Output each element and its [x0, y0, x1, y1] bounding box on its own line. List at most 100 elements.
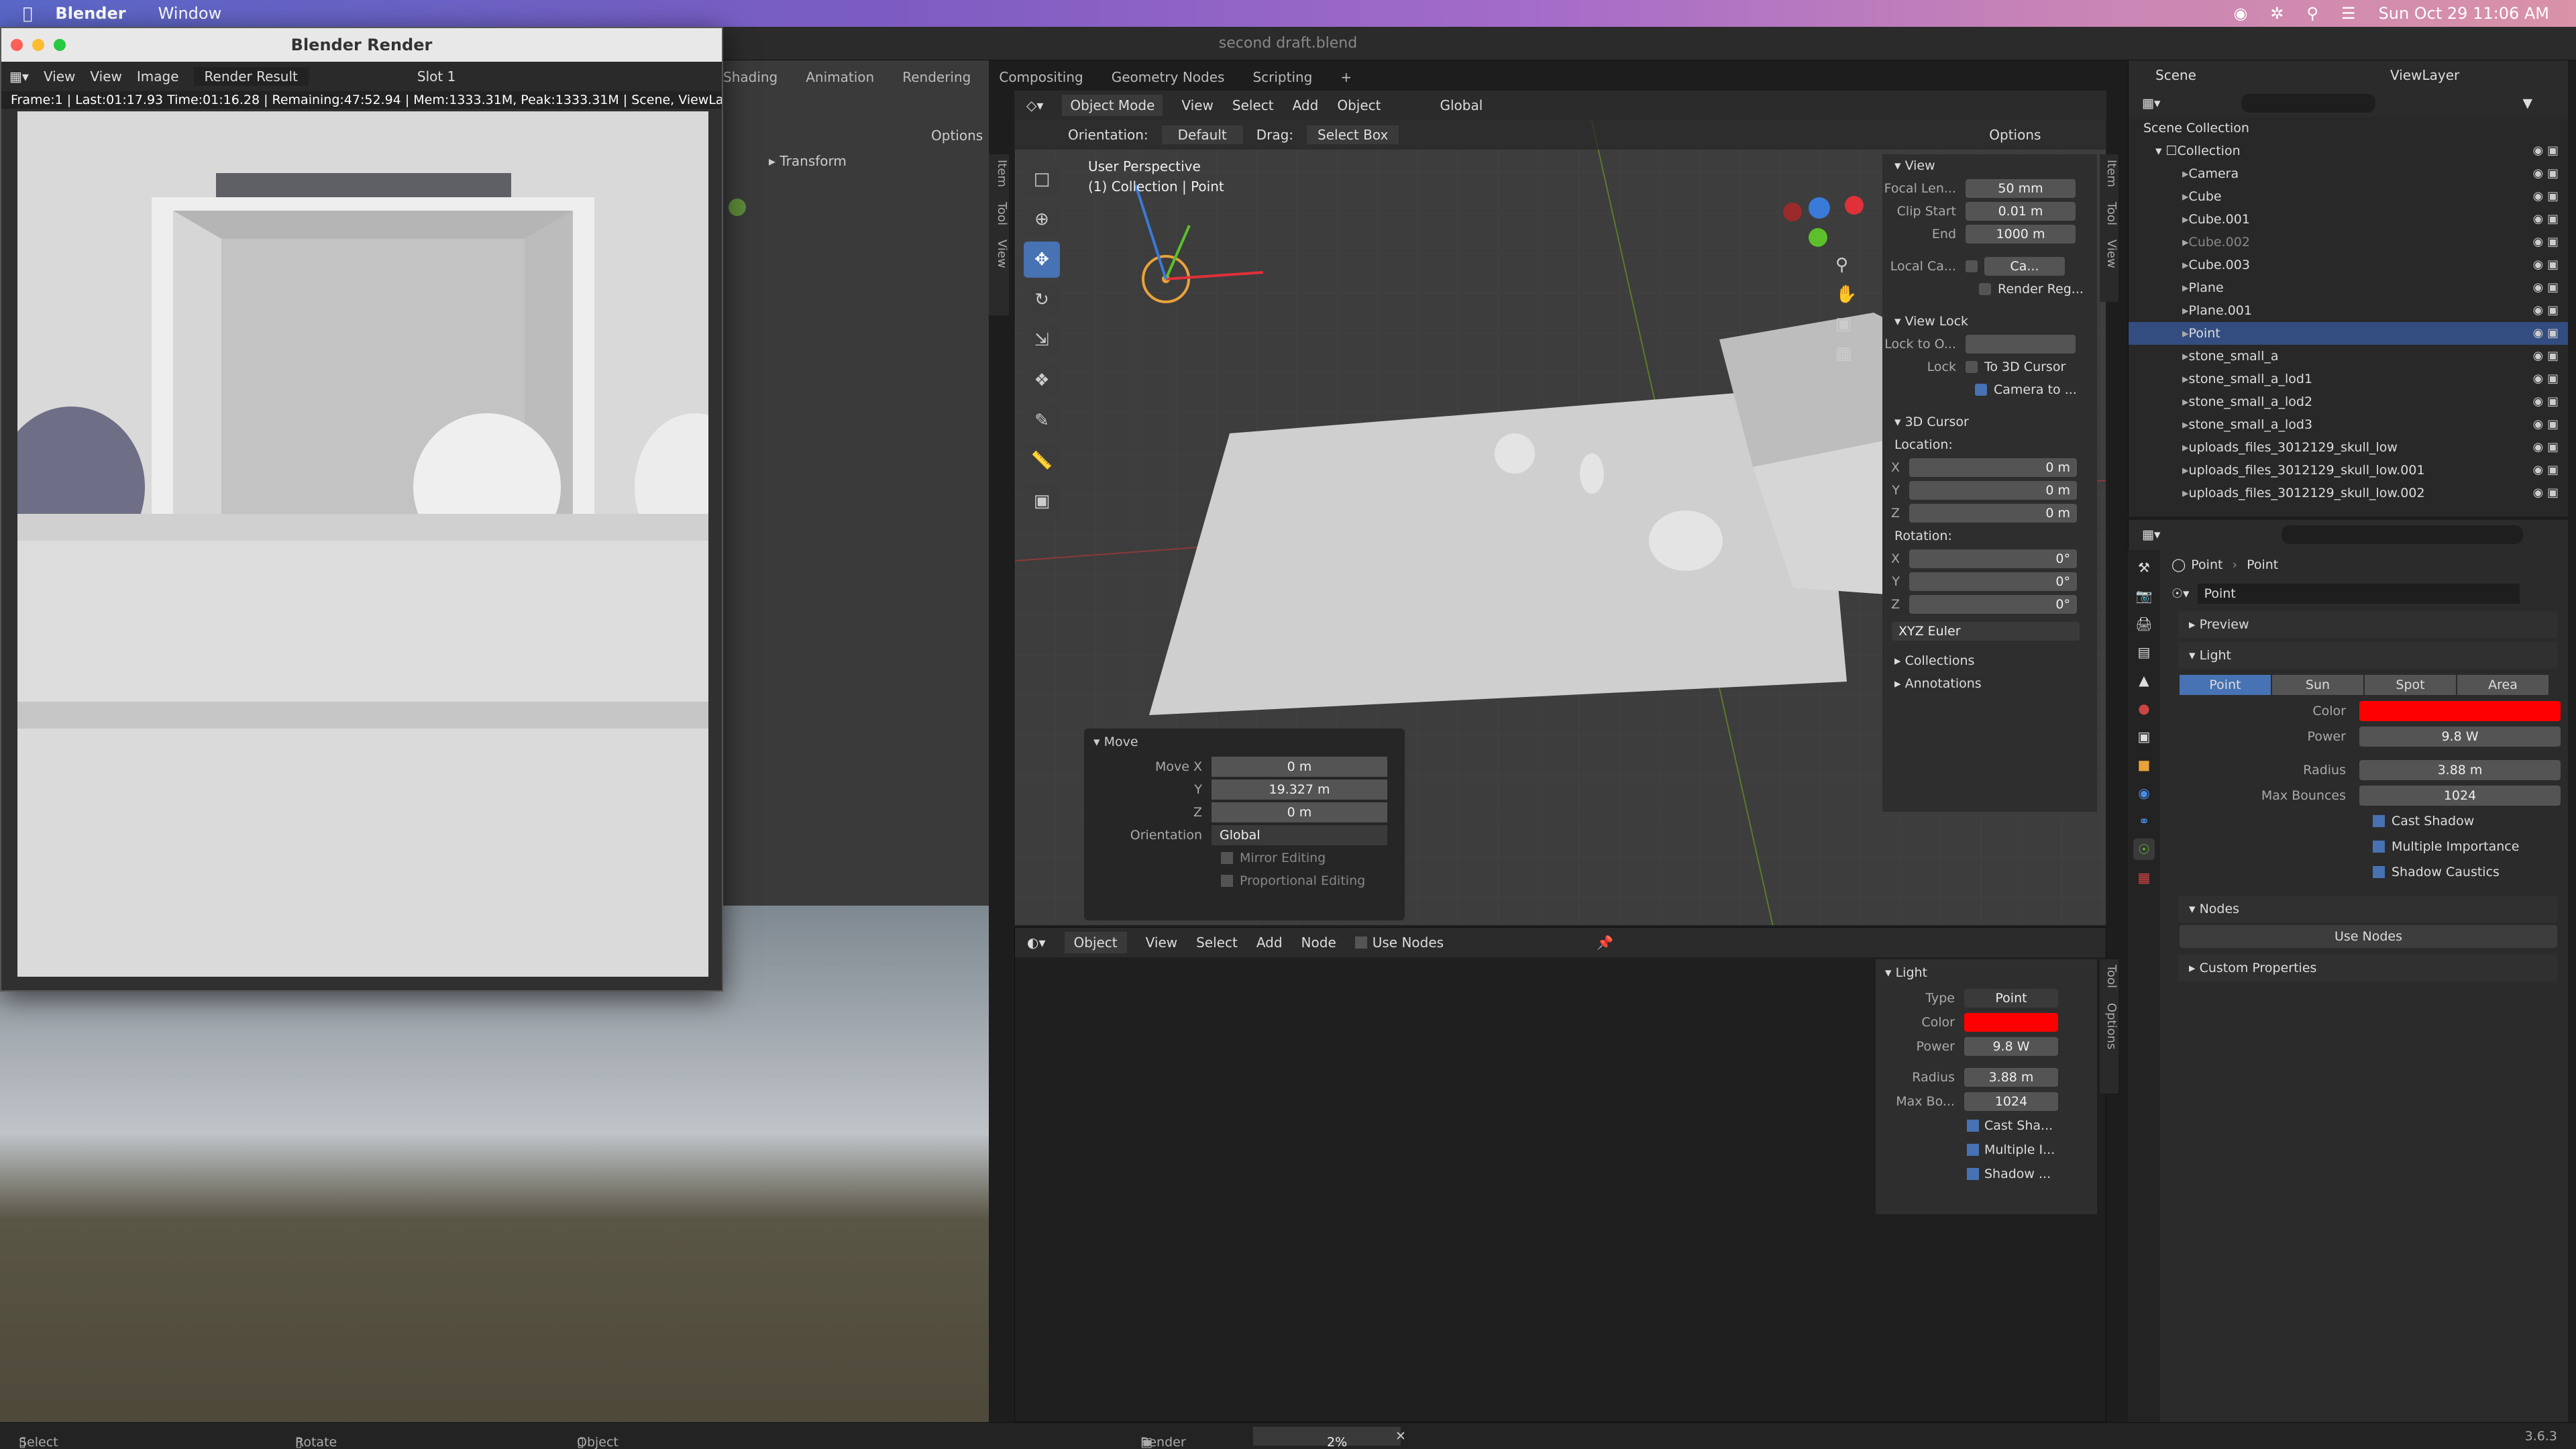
transform-orientation[interactable]: Global: [1440, 97, 1483, 113]
view-layer-selector[interactable]: ViewLayer: [2390, 67, 2459, 83]
visibility-eye-icon[interactable]: ◉ ▣: [2533, 368, 2559, 390]
proportional-editing-checkbox[interactable]: [1221, 875, 1233, 887]
tab-tool[interactable]: Tool: [2104, 965, 2118, 988]
mirror-editing-checkbox[interactable]: [1221, 852, 1233, 864]
nodes-panel-header[interactable]: ▾ Nodes: [2178, 896, 2557, 922]
tab-view[interactable]: View: [995, 239, 1009, 268]
cursor-location-x[interactable]: 0 m: [1909, 458, 2077, 477]
zoom-window-button[interactable]: [54, 39, 66, 51]
tab-rendering[interactable]: Rendering: [902, 69, 971, 85]
clip-start-field[interactable]: 0.01 m: [1966, 202, 2076, 221]
menu-view[interactable]: View: [1146, 934, 1177, 951]
outliner-search-field[interactable]: [2241, 94, 2375, 113]
custom-properties-header[interactable]: ▸ Custom Properties: [2178, 955, 2557, 981]
cursor-rotation-z[interactable]: 0°: [1909, 595, 2077, 614]
scene-selector[interactable]: Scene: [2155, 67, 2290, 83]
visibility-eye-icon[interactable]: ◉ ▣: [2533, 322, 2559, 345]
tab-tool[interactable]: Tool: [995, 202, 1009, 225]
outliner-item[interactable]: ▸ uploads_files_3012129_skull_low.002 ◉ ▣: [2129, 482, 2568, 504]
visibility-eye-icon[interactable]: ◉ ▣: [2533, 231, 2559, 254]
tab-scripting[interactable]: Scripting: [1252, 69, 1312, 85]
local-camera-checkbox[interactable]: [1966, 260, 1978, 272]
collection-row[interactable]: ▾ ☐ Collection ◉ ▣: [2129, 140, 2568, 162]
object-tab-icon[interactable]: ■: [2133, 754, 2155, 775]
preview-panel-header[interactable]: ▸ Preview: [2178, 611, 2557, 638]
drag-selector[interactable]: Select Box: [1307, 125, 1399, 144]
collections-section-header[interactable]: ▸ Collections: [1882, 649, 2097, 672]
menu-image[interactable]: Image: [137, 68, 179, 85]
tab-item[interactable]: Item: [2104, 160, 2118, 187]
rotation-mode-selector[interactable]: XYZ Euler: [1892, 622, 2080, 641]
local-camera-field[interactable]: Ca...: [1984, 257, 2065, 276]
menu-node[interactable]: Node: [1301, 934, 1336, 951]
view-section-header[interactable]: ▾ View: [1882, 154, 2097, 177]
visibility-eye-icon[interactable]: ◉ ▣: [2533, 208, 2559, 231]
tab-tool[interactable]: Tool: [2104, 202, 2118, 225]
measure-icon[interactable]: 📏: [1024, 443, 1060, 479]
outliner-item[interactable]: ▸ Plane.001 ◉ ▣: [2129, 299, 2568, 322]
minimize-window-button[interactable]: [32, 39, 44, 51]
visibility-eye-icon[interactable]: ◉ ▣: [2533, 276, 2559, 299]
shader-light-header[interactable]: ▾ Light: [1876, 959, 2097, 986]
pin-icon[interactable]: 📌: [1597, 934, 1613, 951]
visibility-eye-icon[interactable]: ◉ ▣: [2533, 482, 2559, 504]
menu-view-1[interactable]: View: [44, 68, 75, 85]
camera-to-view-checkbox[interactable]: [1975, 384, 1987, 396]
view-layer-tab-icon[interactable]: ▤: [2133, 641, 2155, 663]
shader-type-field[interactable]: Point: [1964, 989, 2058, 1008]
outliner-item[interactable]: ▸ Cube.003 ◉ ▣: [2129, 254, 2568, 276]
menu-window[interactable]: Window: [158, 4, 222, 23]
focal-length-field[interactable]: 50 mm: [1966, 179, 2076, 198]
menu-object[interactable]: Object: [1337, 97, 1381, 113]
shadow-caustics-checkbox[interactable]: [2373, 866, 2385, 878]
shader-cast-shadow-checkbox[interactable]: [1967, 1120, 1979, 1132]
menu-add[interactable]: Add: [1256, 934, 1283, 951]
viewport-options-button[interactable]: Options: [1989, 127, 2041, 143]
cursor-rotation-y[interactable]: 0°: [1909, 572, 2077, 591]
filter-icon[interactable]: ▼: [2523, 96, 2533, 111]
shader-radius-field[interactable]: 3.88 m: [1964, 1068, 2058, 1087]
shader-power-field[interactable]: 9.8 W: [1964, 1037, 2058, 1056]
shader-color-swatch[interactable]: [1964, 1013, 2058, 1032]
editor-type-icon[interactable]: ◐▾: [1027, 934, 1046, 951]
tab-item[interactable]: Item: [995, 160, 1009, 187]
menu-select[interactable]: Select: [1232, 97, 1274, 113]
move-panel-header[interactable]: ▾ Move: [1084, 729, 1405, 755]
pan-hand-icon[interactable]: ✋: [1835, 284, 1862, 305]
menu-select[interactable]: Select: [1196, 934, 1238, 951]
cursor-location-z[interactable]: 0 m: [1909, 504, 2077, 523]
move-icon[interactable]: ✥: [1024, 241, 1060, 278]
editor-type-icon[interactable]: ▦▾: [9, 68, 29, 85]
render-region-checkbox[interactable]: [1979, 283, 1991, 295]
collection-tab-icon[interactable]: ▣: [2133, 726, 2155, 747]
outliner-item[interactable]: ▸ Cube.002 ◉ ▣: [2129, 231, 2568, 254]
wifi-icon[interactable]: ◉: [2233, 4, 2247, 23]
clip-end-field[interactable]: 1000 m: [1966, 225, 2076, 244]
light-data-name-field[interactable]: Point: [2197, 584, 2520, 604]
multiple-importance-checkbox[interactable]: [2373, 841, 2385, 853]
zoom-icon[interactable]: ⚲: [1835, 255, 1862, 275]
menu-view[interactable]: View: [1181, 97, 1213, 113]
visibility-eye-icon[interactable]: ◉ ▣: [2533, 390, 2559, 413]
control-center-icon[interactable]: ☰: [2341, 4, 2356, 23]
light-type-spot[interactable]: Spot: [2365, 675, 2456, 695]
move-orientation-selector[interactable]: Global: [1212, 825, 1387, 845]
radius-field[interactable]: 3.88 m: [2359, 760, 2561, 780]
light-type-point[interactable]: Point: [2180, 675, 2271, 695]
editor-type-icon[interactable]: ◇▾: [1026, 97, 1043, 113]
use-nodes-button[interactable]: Use Nodes: [2180, 925, 2557, 948]
max-bounces-field[interactable]: 1024: [2359, 786, 2561, 806]
display-mode-icon[interactable]: ▦▾: [2142, 96, 2161, 111]
cursor-rotation-x[interactable]: 0°: [1909, 549, 2077, 568]
outliner-item[interactable]: ▸ Cube.001 ◉ ▣: [2129, 208, 2568, 231]
transform-icon[interactable]: ❖: [1024, 362, 1060, 398]
add-workspace-icon[interactable]: +: [1340, 69, 1352, 85]
outliner-item[interactable]: ▸ Camera ◉ ▣: [2129, 162, 2568, 185]
tab-options[interactable]: Options: [2104, 1003, 2118, 1049]
bluetooth-icon[interactable]: ✲: [2270, 4, 2284, 23]
shader-type-selector[interactable]: Object: [1064, 932, 1127, 953]
image-selector[interactable]: Render Result: [193, 67, 309, 86]
mode-selector[interactable]: Object Mode: [1062, 95, 1163, 116]
light-type-sun[interactable]: Sun: [2272, 675, 2363, 695]
3d-cursor-section-header[interactable]: ▾ 3D Cursor: [1882, 411, 2097, 433]
